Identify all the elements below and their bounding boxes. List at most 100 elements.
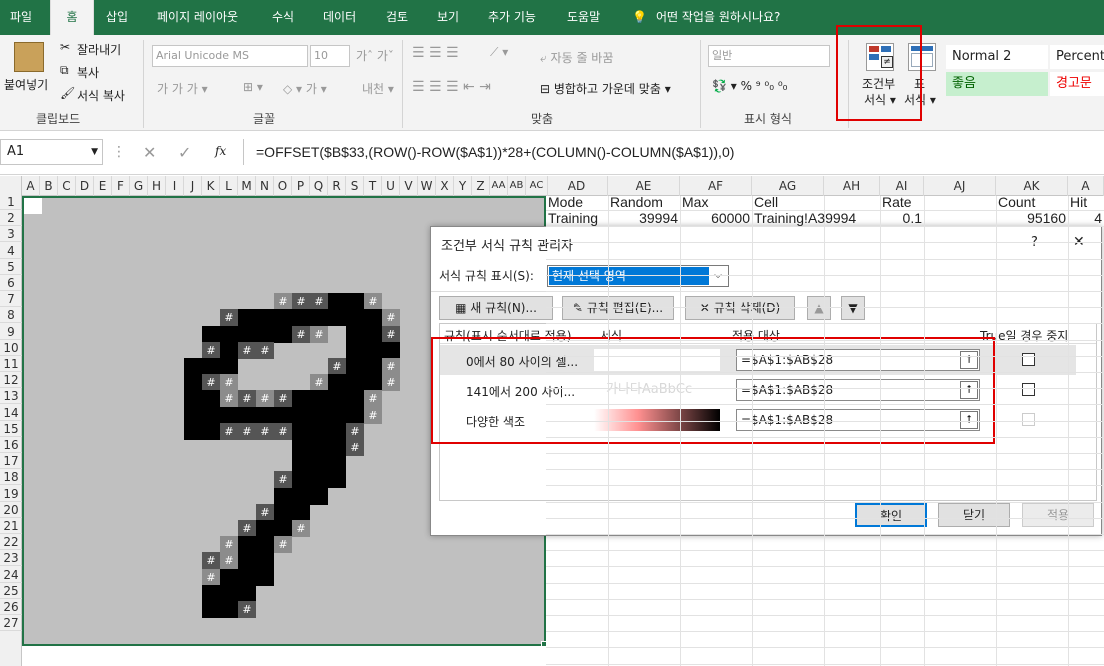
style-normal2[interactable]: Normal 2 <box>946 45 1048 69</box>
row-header[interactable]: 14 <box>0 405 22 421</box>
font-size-combo[interactable]: 10 <box>310 45 350 67</box>
row-header[interactable]: 18 <box>0 469 22 486</box>
pixel-cell[interactable] <box>346 390 364 408</box>
pixel-cell[interactable] <box>364 358 382 375</box>
cut-button[interactable]: 잘라내기 <box>77 41 121 58</box>
pixel-cell[interactable] <box>274 520 292 537</box>
sheet-cell[interactable]: 60000 <box>682 210 750 226</box>
pixel-cell[interactable]: # <box>202 552 220 570</box>
column-header[interactable]: I <box>166 176 184 196</box>
sheet-cell[interactable]: Training!A39994 <box>754 210 856 226</box>
column-header[interactable]: J <box>184 176 202 196</box>
column-header[interactable]: Q <box>310 176 328 196</box>
pixel-cell[interactable] <box>238 536 256 554</box>
pixel-cell[interactable] <box>292 309 310 327</box>
style-warning[interactable]: 경고문 <box>1050 72 1104 96</box>
pixel-cell[interactable] <box>328 309 346 327</box>
column-header[interactable]: N <box>256 176 274 196</box>
pixel-cell[interactable] <box>220 341 238 359</box>
row-header[interactable]: 5 <box>0 259 22 275</box>
column-header[interactable]: H <box>148 176 166 196</box>
pixel-cell[interactable] <box>310 422 328 440</box>
pixel-cell[interactable]: # <box>364 390 382 408</box>
sheet-cell[interactable]: 95160 <box>998 210 1066 226</box>
name-box[interactable]: A1 ▼ <box>0 139 103 165</box>
pixel-cell[interactable] <box>238 568 256 586</box>
tab-file[interactable]: 파일 <box>10 0 32 35</box>
pixel-cell[interactable] <box>184 374 202 392</box>
tab-view[interactable]: 보기 <box>437 0 459 35</box>
paste-button[interactable]: 붙여넣기 <box>4 76 48 93</box>
pixel-cell[interactable]: # <box>274 293 292 311</box>
pixel-cell[interactable] <box>202 390 220 408</box>
pixel-cell[interactable]: # <box>238 341 256 359</box>
ok-button[interactable]: 확인 <box>855 503 927 527</box>
tab-page-layout[interactable]: 페이지 레이아웃 <box>157 0 238 35</box>
pixel-cell[interactable] <box>292 439 310 456</box>
column-header[interactable]: AF <box>680 176 752 196</box>
pixel-cell[interactable] <box>328 422 346 440</box>
pixel-cell[interactable] <box>184 406 202 424</box>
fill-color-icon[interactable]: ◇ ▾ 가 ▾ <box>283 80 327 97</box>
pixel-cell[interactable]: # <box>220 422 238 440</box>
pixel-cell[interactable] <box>220 568 238 586</box>
column-header[interactable]: K <box>202 176 220 196</box>
pixel-cell[interactable]: # <box>256 503 274 521</box>
pixel-cell[interactable]: # <box>202 568 220 586</box>
column-header[interactable]: AE <box>608 176 680 196</box>
pixel-cell[interactable] <box>292 455 310 473</box>
pixel-cell[interactable]: # <box>310 374 328 392</box>
orientation-icon[interactable]: ⟋ ▾ <box>490 45 508 60</box>
pixel-cell[interactable]: # <box>346 422 364 440</box>
number-format-icons[interactable]: 💱 ▾ % ⁹ ⁰₀ ⁰₀ <box>712 79 788 93</box>
sheet-cell[interactable]: Max <box>682 194 750 210</box>
pixel-cell[interactable] <box>220 358 238 375</box>
column-header[interactable]: S <box>346 176 364 196</box>
pixel-cell[interactable] <box>328 374 346 392</box>
column-header[interactable]: W <box>418 176 436 196</box>
column-header[interactable]: AC <box>526 176 548 196</box>
tab-help[interactable]: 도움말 <box>567 0 600 35</box>
pixel-cell[interactable]: # <box>346 439 364 456</box>
row-header[interactable]: 25 <box>0 583 22 599</box>
column-header[interactable]: B <box>40 176 58 196</box>
pixel-cell[interactable]: # <box>274 390 292 408</box>
fill-handle[interactable] <box>541 641 547 647</box>
column-header[interactable]: T <box>364 176 382 196</box>
pixel-cell[interactable] <box>310 390 328 408</box>
pixel-cell[interactable]: # <box>292 520 310 537</box>
pixel-cell[interactable] <box>274 309 292 327</box>
pixel-cell[interactable] <box>202 325 220 343</box>
pixel-cell[interactable] <box>364 309 382 327</box>
pixel-cell[interactable] <box>184 390 202 408</box>
pixel-cell[interactable] <box>220 601 238 618</box>
phonetic-icon[interactable]: 내천 ▾ <box>362 80 394 97</box>
new-rule-button[interactable]: ▦ 새 규칙(N)... <box>439 296 553 320</box>
row-header[interactable]: 17 <box>0 453 22 470</box>
row-header[interactable]: 26 <box>0 599 22 615</box>
sheet-cell[interactable]: 39994 <box>610 210 678 226</box>
pixel-cell[interactable]: # <box>220 390 238 408</box>
column-header[interactable]: AH <box>824 176 880 196</box>
pixel-cell[interactable]: # <box>202 374 220 392</box>
pixel-cell[interactable]: # <box>364 406 382 424</box>
row-header[interactable]: 27 <box>0 615 22 632</box>
pixel-cell[interactable] <box>256 520 274 537</box>
pixel-cell[interactable]: # <box>328 358 346 375</box>
row-header[interactable]: 3 <box>0 226 22 243</box>
copy-button[interactable]: 복사 <box>77 64 99 81</box>
sheet-cell[interactable]: 0.1 <box>882 210 922 226</box>
pixel-cell[interactable] <box>310 487 328 505</box>
pixel-cell[interactable] <box>346 406 364 424</box>
pixel-cell[interactable] <box>328 406 346 424</box>
pixel-cell[interactable] <box>184 422 202 440</box>
pixel-cell[interactable] <box>346 358 364 375</box>
pixel-cell[interactable]: # <box>364 293 382 311</box>
sheet-cell[interactable]: Hit <box>1070 194 1102 210</box>
chevron-down-icon[interactable]: ▼ <box>91 140 98 164</box>
pixel-cell[interactable]: # <box>274 471 292 489</box>
pixel-cell[interactable] <box>346 374 364 392</box>
format-painter-button[interactable]: 서식 복사 <box>77 87 125 104</box>
row-header[interactable]: 12 <box>0 372 22 389</box>
font-size-buttons[interactable]: 가ˆ 가ˇ <box>356 47 394 64</box>
